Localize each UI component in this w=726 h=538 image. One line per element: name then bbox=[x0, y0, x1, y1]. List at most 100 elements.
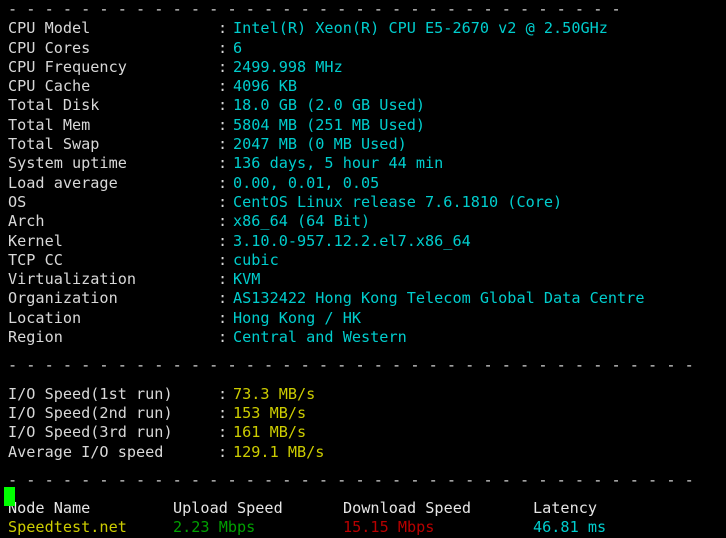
terminal-screen: - - - - - - - - - - - - - - - - - - - - … bbox=[0, 0, 726, 520]
io-colon: : bbox=[218, 385, 233, 404]
separator-top: - - - - - - - - - - - - - - - - - - - - … bbox=[0, 0, 726, 19]
info-colon: : bbox=[218, 232, 233, 251]
column-header-download-speed: Download Speed bbox=[343, 499, 533, 518]
info-label: TCP CC bbox=[8, 251, 218, 270]
info-row-arch: Arch:x86_64 (64 Bit) bbox=[0, 212, 726, 231]
info-colon: : bbox=[218, 251, 233, 270]
info-label: Total Swap bbox=[8, 135, 218, 154]
column-header-upload-speed: Upload Speed bbox=[173, 499, 343, 518]
info-colon: : bbox=[218, 77, 233, 96]
info-label: Arch bbox=[8, 212, 218, 231]
info-value: cubic bbox=[233, 251, 279, 269]
spacer bbox=[0, 462, 726, 471]
io-value: 153 MB/s bbox=[233, 404, 306, 422]
cell-node-name: Speedtest.net bbox=[8, 518, 173, 537]
info-row-os: OS:CentOS Linux release 7.6.1810 (Core) bbox=[0, 193, 726, 212]
info-colon: : bbox=[218, 289, 233, 308]
cell-download-speed: 15.15 Mbps bbox=[343, 518, 533, 537]
io-label: I/O Speed(1st run) bbox=[8, 385, 218, 404]
info-row-total-disk: Total Disk:18.0 GB (2.0 GB Used) bbox=[0, 96, 726, 115]
info-label: CPU Cache bbox=[8, 77, 218, 96]
info-label: CPU Cores bbox=[8, 39, 218, 58]
info-row-load-average: Load average:0.00, 0.01, 0.05 bbox=[0, 174, 726, 193]
info-value: 2047 MB (0 MB Used) bbox=[233, 135, 407, 153]
io-label: I/O Speed(2nd run) bbox=[8, 404, 218, 423]
info-row-region: Region:Central and Western bbox=[0, 328, 726, 347]
info-label: Virtualization bbox=[8, 270, 218, 289]
info-row-kernel: Kernel:3.10.0-957.12.2.el7.x86_64 bbox=[0, 232, 726, 251]
info-row-total-swap: Total Swap:2047 MB (0 MB Used) bbox=[0, 135, 726, 154]
io-colon: : bbox=[218, 404, 233, 423]
info-label: Location bbox=[8, 309, 218, 328]
io-row-second-run: I/O Speed(2nd run):153 MB/s bbox=[0, 404, 726, 423]
terminal-cursor bbox=[4, 487, 15, 506]
info-label: Region bbox=[8, 328, 218, 347]
info-value: Central and Western bbox=[233, 328, 407, 346]
info-row-cpu-model: CPU Model:Intel(R) Xeon(R) CPU E5-2670 v… bbox=[0, 19, 726, 38]
speedtest-header-row: Node NameUpload SpeedDownload SpeedLaten… bbox=[0, 499, 726, 518]
info-value: KVM bbox=[233, 270, 260, 288]
spacer bbox=[0, 490, 726, 499]
io-value: 129.1 MB/s bbox=[233, 443, 324, 461]
info-value: CentOS Linux release 7.6.1810 (Core) bbox=[233, 193, 562, 211]
info-row-location: Location:Hong Kong / HK bbox=[0, 309, 726, 328]
column-header-node-name: Node Name bbox=[8, 499, 173, 518]
info-row-total-mem: Total Mem:5804 MB (251 MB Used) bbox=[0, 116, 726, 135]
info-colon: : bbox=[218, 116, 233, 135]
info-value: 136 days, 5 hour 44 min bbox=[233, 154, 443, 172]
io-value: 161 MB/s bbox=[233, 423, 306, 441]
info-colon: : bbox=[218, 96, 233, 115]
info-value: 2499.998 MHz bbox=[233, 58, 343, 76]
info-colon: : bbox=[218, 58, 233, 77]
io-label: I/O Speed(3rd run) bbox=[8, 423, 218, 442]
info-colon: : bbox=[218, 328, 233, 347]
info-row-cpu-frequency: CPU Frequency:2499.998 MHz bbox=[0, 58, 726, 77]
info-value: 18.0 GB (2.0 GB Used) bbox=[233, 96, 425, 114]
info-colon: : bbox=[218, 39, 233, 58]
table-row: Speedtest.net2.23 Mbps15.15 Mbps46.81 ms bbox=[0, 518, 726, 537]
info-label: Total Disk bbox=[8, 96, 218, 115]
info-value: AS132422 Hong Kong Telecom Global Data C… bbox=[233, 289, 644, 307]
info-row-tcp-cc: TCP CC:cubic bbox=[0, 251, 726, 270]
info-row-organization: Organization:AS132422 Hong Kong Telecom … bbox=[0, 289, 726, 308]
info-row-system-uptime: System uptime:136 days, 5 hour 44 min bbox=[0, 154, 726, 173]
info-colon: : bbox=[218, 193, 233, 212]
info-colon: : bbox=[218, 174, 233, 193]
info-label: Load average bbox=[8, 174, 218, 193]
info-value: 0.00, 0.01, 0.05 bbox=[233, 174, 379, 192]
info-colon: : bbox=[218, 19, 233, 38]
spacer bbox=[0, 347, 726, 356]
info-row-virtualization: Virtualization:KVM bbox=[0, 270, 726, 289]
info-value: 3.10.0-957.12.2.el7.x86_64 bbox=[233, 232, 471, 250]
info-row-cpu-cores: CPU Cores:6 bbox=[0, 39, 726, 58]
info-label: Total Mem bbox=[8, 116, 218, 135]
info-label: OS bbox=[8, 193, 218, 212]
info-row-cpu-cache: CPU Cache:4096 KB bbox=[0, 77, 726, 96]
io-colon: : bbox=[218, 423, 233, 442]
info-value: 4096 KB bbox=[233, 77, 297, 95]
cell-latency: 46.81 ms bbox=[533, 518, 606, 537]
io-row-third-run: I/O Speed(3rd run):161 MB/s bbox=[0, 423, 726, 442]
io-row-average: Average I/O speed:129.1 MB/s bbox=[0, 443, 726, 462]
info-label: System uptime bbox=[8, 154, 218, 173]
info-colon: : bbox=[218, 270, 233, 289]
info-colon: : bbox=[218, 309, 233, 328]
spacer bbox=[0, 376, 726, 385]
io-value: 73.3 MB/s bbox=[233, 385, 315, 403]
info-label: CPU Frequency bbox=[8, 58, 218, 77]
info-label: Kernel bbox=[8, 232, 218, 251]
info-value: 5804 MB (251 MB Used) bbox=[233, 116, 425, 134]
info-label: Organization bbox=[8, 289, 218, 308]
info-colon: : bbox=[218, 154, 233, 173]
info-value: Hong Kong / HK bbox=[233, 309, 361, 327]
info-value: 6 bbox=[233, 39, 242, 57]
separator-middle: - - - - - - - - - - - - - - - - - - - - … bbox=[0, 356, 726, 375]
io-row-first-run: I/O Speed(1st run):73.3 MB/s bbox=[0, 385, 726, 404]
io-label: Average I/O speed bbox=[8, 443, 218, 462]
io-colon: : bbox=[218, 443, 233, 462]
info-label: CPU Model bbox=[8, 19, 218, 38]
cell-upload-speed: 2.23 Mbps bbox=[173, 518, 343, 537]
info-colon: : bbox=[218, 212, 233, 231]
info-colon: : bbox=[218, 135, 233, 154]
info-value: x86_64 (64 Bit) bbox=[233, 212, 370, 230]
